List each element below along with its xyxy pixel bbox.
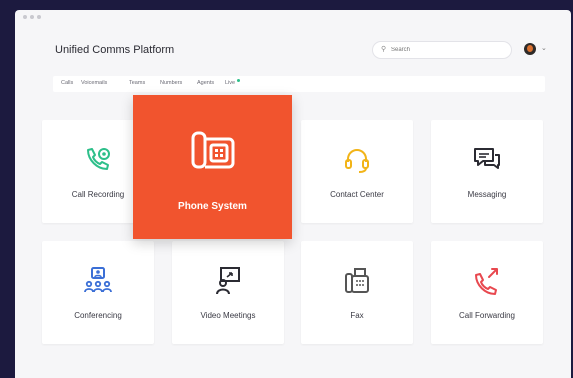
chat-bubbles-icon xyxy=(474,148,500,169)
search-input[interactable] xyxy=(391,44,501,55)
tile-label: Call Forwarding xyxy=(458,311,516,320)
live-indicator-dot xyxy=(237,79,240,82)
tile-fax[interactable]: Fax xyxy=(301,241,413,344)
window-close-dot[interactable] xyxy=(23,15,27,19)
tile-messaging[interactable]: Messaging xyxy=(431,120,543,223)
search-box[interactable]: ⚲ xyxy=(372,41,512,59)
desk-phone-icon xyxy=(191,131,235,169)
tile-label: Contact Center xyxy=(330,190,384,199)
chevron-down-icon[interactable]: ⌄ xyxy=(541,44,547,52)
tile-label: Messaging xyxy=(467,190,507,199)
app-window: Unified Comms Platform ⚲ ⌄ Calls Voicema… xyxy=(15,10,571,378)
tile-call-forwarding[interactable]: Call Forwarding xyxy=(431,241,543,344)
tile-video-meetings[interactable]: Video Meetings xyxy=(172,241,284,344)
window-maximize-dot[interactable] xyxy=(37,15,41,19)
nav-bar: Calls Voicemails Teams Numbers Agents Li… xyxy=(53,76,545,92)
conference-icon xyxy=(84,267,112,293)
tile-label: Phone System xyxy=(178,201,247,212)
nav-item-agents[interactable]: Agents xyxy=(197,80,214,86)
nav-item-live[interactable]: Live xyxy=(225,80,235,86)
window-minimize-dot[interactable] xyxy=(30,15,34,19)
app-title: Unified Comms Platform xyxy=(55,44,175,56)
avatar[interactable] xyxy=(524,43,536,55)
tile-conferencing[interactable]: Conferencing xyxy=(42,241,154,344)
call-forward-icon xyxy=(475,268,498,295)
nav-item-voicemails[interactable]: Voicemails xyxy=(81,80,107,86)
nav-item-teams[interactable]: Teams xyxy=(129,80,145,86)
tile-contact-center[interactable]: Contact Center xyxy=(301,120,413,223)
tile-phone-system[interactable]: Phone System xyxy=(133,95,292,239)
search-icon: ⚲ xyxy=(381,46,387,53)
tile-label: Fax xyxy=(350,311,364,320)
fax-icon xyxy=(345,268,369,293)
video-presenter-icon xyxy=(216,267,240,295)
tile-label: Conferencing xyxy=(74,311,122,320)
headset-icon xyxy=(345,149,369,173)
tile-label: Video Meetings xyxy=(200,311,256,320)
call-recording-icon xyxy=(87,148,110,170)
nav-item-numbers[interactable]: Numbers xyxy=(160,80,182,86)
window-titlebar xyxy=(15,10,571,24)
nav-item-calls[interactable]: Calls xyxy=(61,80,73,86)
